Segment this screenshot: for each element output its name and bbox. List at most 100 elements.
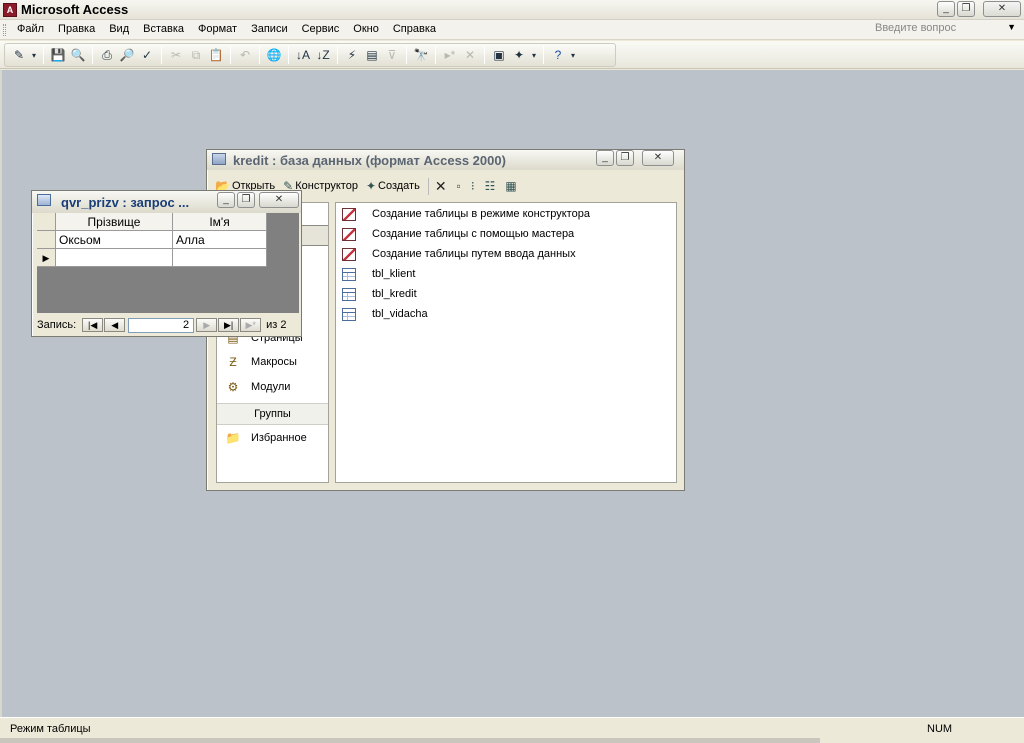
db-caption-buttons: _ ❐ ✕ [596, 150, 674, 166]
table-cell[interactable]: Алла [173, 231, 267, 249]
delete-button[interactable]: ✕ [427, 177, 449, 195]
undo-icon[interactable]: ↶ [236, 46, 254, 64]
list-item-label: Создание таблицы в режиме конструктора [372, 208, 590, 220]
object-macros[interactable]: Ƶ Макросы [223, 352, 297, 372]
menu-grip-icon[interactable] [3, 24, 6, 36]
list-view-button[interactable]: ☷ [485, 179, 498, 193]
list-item[interactable]: Создание таблицы в режиме конструктора [342, 205, 590, 223]
restore-icon[interactable]: ❐ [616, 150, 634, 166]
new-record-row[interactable]: ▶ [37, 249, 267, 267]
groups-label[interactable]: Группы [217, 403, 328, 425]
query-caption-buttons: _ ❐ ✕ [217, 192, 299, 208]
list-item[interactable]: tbl_klient [342, 265, 415, 283]
view-dropdown-icon[interactable]: ▾ [30, 46, 38, 64]
select-all-cell[interactable] [37, 213, 56, 231]
spelling-icon[interactable]: ✓ [138, 46, 156, 64]
save-icon[interactable]: 💾 [49, 46, 67, 64]
next-record-icon[interactable]: ▶ [196, 318, 218, 332]
new-object-icon[interactable]: ✦ [510, 46, 528, 64]
standard-toolbar: ✎ ▾ 💾 🔍 ⎙ 🔎 ✓ ✂ ⧉ 📋 ↶ 🌐 ↓A ↓Z ⚡ ▤ ⊽ 🔭 ▸*… [0, 41, 1024, 69]
restore-icon[interactable]: ❐ [237, 192, 255, 208]
menu-tools[interactable]: Сервис [295, 23, 347, 35]
toolbar-options-icon[interactable]: ▾ [569, 46, 577, 64]
first-record-icon[interactable]: |◀ [82, 318, 104, 332]
table-cell[interactable] [56, 249, 173, 267]
favorites-label: Избранное [251, 432, 307, 444]
menu-file[interactable]: Файл [10, 23, 51, 35]
sort-ascending-icon[interactable]: ↓A [294, 46, 312, 64]
new-record-icon[interactable]: ▸* [441, 46, 459, 64]
menu-insert[interactable]: Вставка [136, 23, 191, 35]
help-icon[interactable]: ? [549, 46, 567, 64]
paste-icon[interactable]: 📋 [207, 46, 225, 64]
new-record-nav-icon[interactable]: ▶* [240, 318, 262, 332]
design-label: Конструктор [295, 180, 358, 192]
row-selector[interactable] [37, 231, 56, 249]
app-close-group: ✕ [983, 1, 1021, 17]
database-window-icon[interactable]: ▣ [490, 46, 508, 64]
record-number-input[interactable]: 2 [128, 317, 195, 333]
list-item-label: tbl_vidacha [372, 308, 428, 320]
table-cell[interactable] [173, 249, 267, 267]
menu-edit[interactable]: Правка [51, 23, 102, 35]
cut-icon[interactable]: ✂ [167, 46, 185, 64]
last-record-icon[interactable]: ▶| [218, 318, 240, 332]
copy-icon[interactable]: ⧉ [187, 46, 205, 64]
object-modules[interactable]: ⚙ Модули [223, 377, 291, 397]
column-header-surname[interactable]: Прізвище [56, 213, 173, 231]
database-icon [212, 153, 226, 165]
apply-filter-icon[interactable]: ⊽ [383, 46, 401, 64]
list-item[interactable]: Создание таблицы путем ввода данных [342, 245, 576, 263]
create-button[interactable]: ✦ Создать [366, 179, 420, 193]
app-title-bar: A Microsoft Access _ ❐ ✕ [0, 0, 1024, 20]
status-mode: Режим таблицы [10, 723, 91, 735]
restore-icon[interactable]: ❐ [957, 1, 975, 17]
object-label: Макросы [251, 356, 297, 368]
wizard-icon [342, 247, 356, 261]
new-object-dropdown-icon[interactable]: ▾ [530, 46, 538, 64]
table-cell[interactable]: Оксьом [56, 231, 173, 249]
close-icon[interactable]: ✕ [983, 1, 1021, 17]
menu-format[interactable]: Формат [191, 23, 244, 35]
view-icon[interactable]: ✎ [10, 46, 28, 64]
filter-form-icon[interactable]: ▤ [363, 46, 381, 64]
minimize-icon[interactable]: _ [937, 1, 955, 17]
table-icon [342, 267, 356, 281]
current-row-arrow-icon[interactable]: ▶ [37, 249, 56, 267]
database-window-title-bar[interactable]: kredit : база данных (формат Access 2000… [207, 150, 684, 170]
delete-icon: ✕ [434, 177, 447, 194]
find-icon[interactable]: 🔭 [412, 46, 430, 64]
record-count: из 2 [266, 319, 287, 331]
previous-record-icon[interactable]: ◀ [104, 318, 126, 332]
details-view-button[interactable]: ▦ [505, 179, 518, 193]
minimize-icon[interactable]: _ [217, 192, 235, 208]
menu-records[interactable]: Записи [244, 23, 295, 35]
minimize-icon[interactable]: _ [596, 150, 614, 166]
small-icons-button[interactable]: ⁝ [471, 179, 477, 193]
list-item[interactable]: tbl_kredit [342, 285, 417, 303]
close-icon[interactable]: ✕ [642, 150, 674, 166]
table-row[interactable]: Оксьом Алла [37, 231, 267, 249]
database-window-title: kredit : база данных (формат Access 2000… [233, 153, 506, 168]
delete-record-icon[interactable]: ✕ [461, 46, 479, 64]
print-preview-icon[interactable]: 🔎 [118, 46, 136, 64]
list-item[interactable]: Создание таблицы с помощью мастера [342, 225, 574, 243]
chevron-down-icon[interactable]: ▼ [1007, 22, 1016, 32]
list-item-label: Создание таблицы с помощью мастера [372, 228, 575, 240]
filter-selection-icon[interactable]: ⚡ [343, 46, 361, 64]
sort-descending-icon[interactable]: ↓Z [314, 46, 332, 64]
group-favorites[interactable]: 📁 Избранное [223, 428, 307, 448]
close-icon[interactable]: ✕ [259, 192, 299, 208]
print-icon[interactable]: ⎙ [98, 46, 116, 64]
query-window-title-bar[interactable]: qvr_prizv : запрос ... _ ❐ ✕ [32, 191, 301, 213]
list-item[interactable]: tbl_vidacha [342, 305, 428, 323]
ask-question-input[interactable]: Введите вопрос ▼ [872, 22, 1020, 38]
large-icons-icon: ▫ [456, 179, 461, 193]
menu-window[interactable]: Окно [346, 23, 386, 35]
column-header-name[interactable]: Ім'я [173, 213, 267, 231]
large-icons-button[interactable]: ▫ [457, 179, 463, 193]
file-search-icon[interactable]: 🔍 [69, 46, 87, 64]
hyperlink-icon[interactable]: 🌐 [265, 46, 283, 64]
menu-help[interactable]: Справка [386, 23, 443, 35]
menu-view[interactable]: Вид [102, 23, 136, 35]
